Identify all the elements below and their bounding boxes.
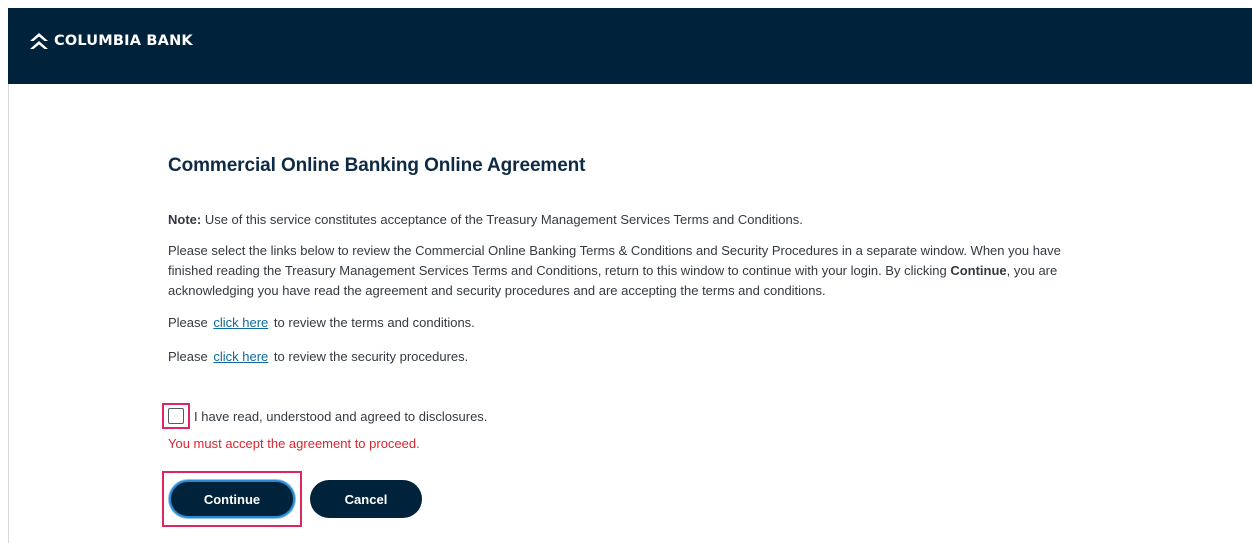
instructions-before: Please select the links below to review … (168, 243, 1061, 278)
action-buttons: Continue Cancel (162, 471, 422, 527)
instructions-bold: Continue (950, 263, 1007, 278)
left-divider (8, 84, 9, 543)
note-text: Note: Use of this service constitutes ac… (168, 210, 1128, 230)
continue-highlight: Continue (162, 471, 302, 527)
page-title: Commercial Online Banking Online Agreeme… (168, 155, 586, 176)
agreement-content: Commercial Online Banking Online Agreeme… (162, 155, 1128, 527)
security-prefix: Please (168, 349, 212, 364)
instructions-paragraph: Please select the links below to review … (168, 241, 1088, 301)
agreement-checkbox-row: I have read, understood and agreed to di… (162, 403, 487, 429)
header-bar: COLUMBIA BANK (8, 8, 1252, 84)
error-message: You must accept the agreement to proceed… (168, 436, 420, 451)
chevron-up-logo-icon (28, 30, 50, 52)
checkbox-highlight (162, 403, 190, 429)
checkbox-label[interactable]: I have read, understood and agreed to di… (194, 409, 487, 424)
agreement-checkbox[interactable] (168, 408, 184, 424)
note-label: Note: (168, 212, 202, 227)
terms-suffix: to review the terms and conditions. (270, 315, 475, 330)
continue-button[interactable]: Continue (169, 480, 295, 518)
brand-name: COLUMBIA BANK (54, 33, 193, 49)
note-body: Use of this service constitutes acceptan… (201, 212, 803, 227)
cancel-button[interactable]: Cancel (310, 480, 422, 518)
security-line: Please click here to review the security… (168, 347, 1128, 367)
security-link[interactable]: click here (211, 349, 270, 364)
terms-line: Please click here to review the terms an… (168, 313, 1128, 333)
agreement-page: COLUMBIA BANK Commercial Online Banking … (0, 0, 1252, 543)
security-suffix: to review the security procedures. (270, 349, 469, 364)
terms-link[interactable]: click here (211, 315, 270, 330)
bank-logo[interactable]: COLUMBIA BANK (28, 30, 193, 52)
terms-prefix: Please (168, 315, 212, 330)
